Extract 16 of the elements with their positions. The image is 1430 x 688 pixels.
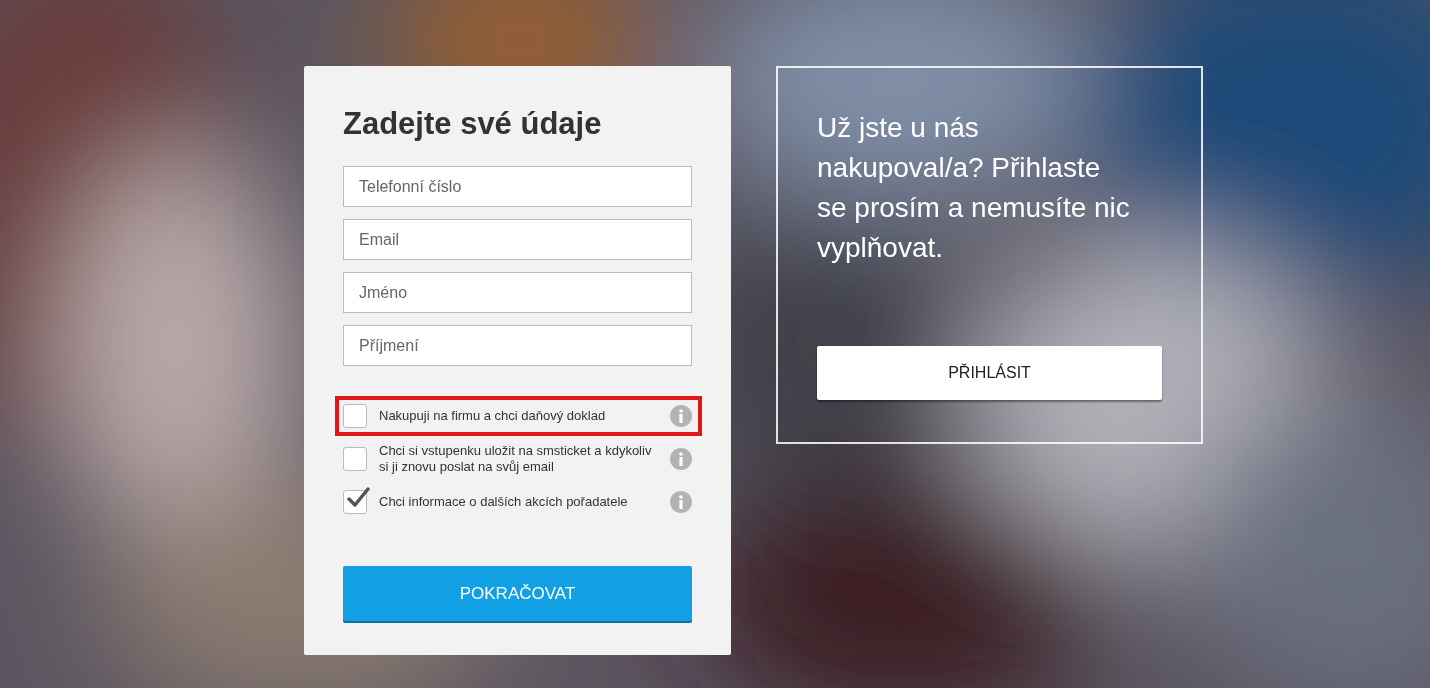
info-icon[interactable]	[670, 491, 692, 513]
checkbox[interactable]	[343, 404, 367, 428]
input-field[interactable]: Jméno	[343, 272, 692, 313]
input-field[interactable]: Příjmení	[343, 325, 692, 366]
checkbox-label: Chci si vstupenku uložit na smsticket a kdykoliv si ji znovu poslat na svůj email	[379, 443, 653, 475]
input-field[interactable]: Email	[343, 219, 692, 260]
checkbox-label: Chci informace o dalších akcích pořadatele	[379, 494, 629, 510]
checkbox[interactable]	[343, 447, 367, 471]
form-title: Zadejte své údaje	[343, 106, 603, 142]
checkbox[interactable]	[343, 490, 367, 514]
checkbox-label: Nakupuji na firmu a chci daňový doklad	[379, 408, 607, 424]
input-field[interactable]: Telefonní číslo	[343, 166, 692, 207]
info-icon[interactable]	[670, 405, 692, 427]
info-icon[interactable]	[670, 448, 692, 470]
login-message: Už jste u nás nakupoval/a? Přihlaste se prosím a nemusíte nic vyplňovat.	[817, 111, 1131, 265]
login-button[interactable]: PŘIHLÁSIT	[817, 346, 1162, 400]
